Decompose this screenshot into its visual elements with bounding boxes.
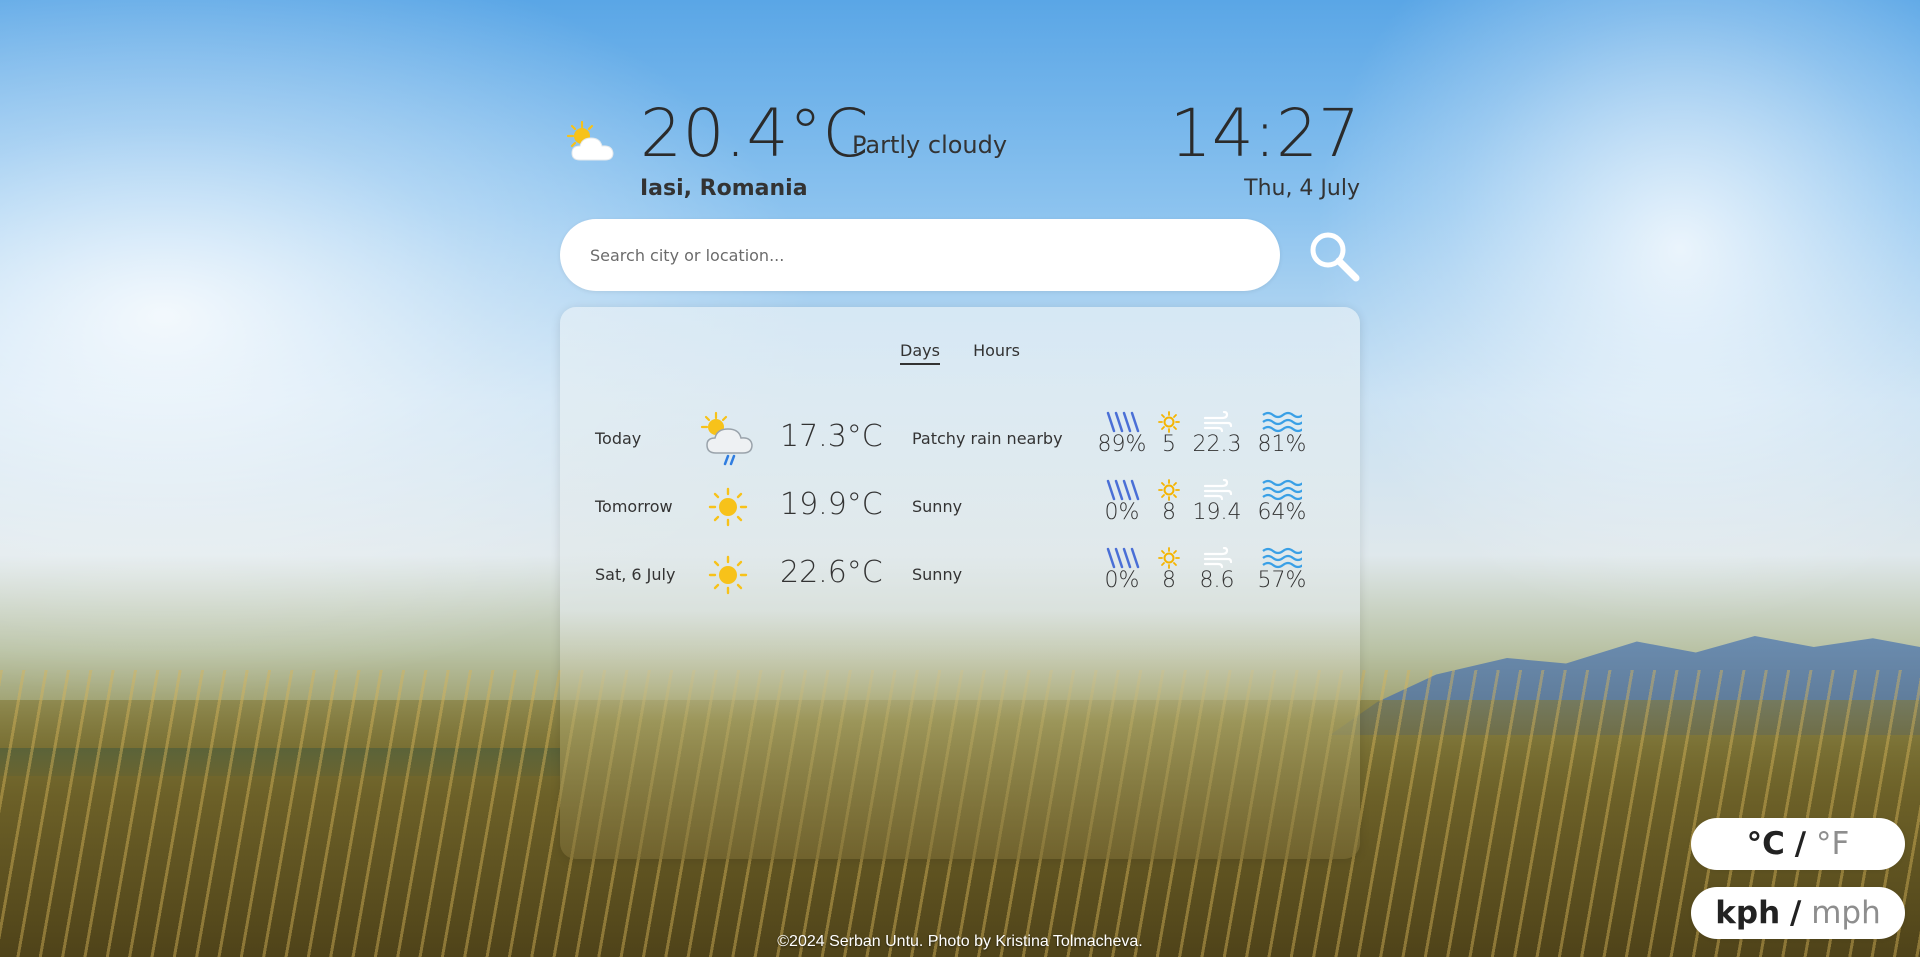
humidity-value: 81%: [1257, 432, 1307, 457]
humidity-value: 57%: [1257, 568, 1307, 593]
wind-value: 8.6: [1199, 568, 1235, 593]
current-condition: Partly cloudy: [852, 131, 1008, 159]
uv-sun-icon: [1158, 547, 1180, 569]
wind-value: 22.3: [1192, 432, 1242, 457]
clock-time: 14:27: [1169, 95, 1360, 172]
partly-cloudy-icon: [566, 120, 614, 161]
wind-icon: [1203, 479, 1232, 501]
search-icon[interactable]: [1306, 228, 1362, 284]
humidity-waves-icon: [1262, 479, 1302, 501]
sun-icon: [708, 487, 748, 527]
wind-stat: 8.6: [1185, 547, 1249, 593]
search-input[interactable]: [590, 239, 1250, 271]
forecast-row: Today 17.3°C Patchy rain nearby 89% 5 22…: [560, 407, 1360, 475]
forecast-temperature: 19.9°C: [780, 487, 883, 522]
humidity-stat: 64%: [1250, 479, 1314, 525]
forecast-day: Sat, 6 July: [595, 565, 676, 584]
humidity-waves-icon: [1262, 547, 1302, 569]
unit-kph[interactable]: kph: [1715, 895, 1780, 931]
unit-separator: /: [1790, 895, 1802, 931]
humidity-stat: 81%: [1250, 411, 1314, 457]
wind-icon: [1203, 411, 1232, 433]
forecast-temperature: 22.6°C: [780, 555, 883, 590]
current-temperature: 20.4°C: [640, 95, 870, 172]
forecast-day: Today: [595, 429, 642, 448]
wind-stat: 22.3: [1185, 411, 1249, 457]
forecast-row: Sat, 6 July 22.6°C Sunny 0% 8 8.6 57%: [560, 543, 1360, 611]
speed-unit-toggle[interactable]: kph / mph: [1691, 887, 1905, 939]
forecast-list: Today 17.3°C Patchy rain nearby 89% 5 22…: [560, 407, 1360, 611]
wind-stat: 19.4: [1185, 479, 1249, 525]
forecast-day: Tomorrow: [595, 497, 673, 516]
unit-mph[interactable]: mph: [1811, 895, 1881, 931]
temperature-unit-toggle[interactable]: °C / °F: [1691, 818, 1905, 870]
forecast-condition: Patchy rain nearby: [912, 429, 1063, 448]
current-location: Iasi, Romania: [640, 176, 808, 201]
rain-icon: [1106, 411, 1140, 433]
humidity-waves-icon: [1262, 411, 1302, 433]
forecast-row: Tomorrow 19.9°C Sunny 0% 8 19.4 64%: [560, 475, 1360, 543]
humidity-value: 64%: [1257, 500, 1307, 525]
footer-credit: ©2024 Serban Untu. Photo by Kristina Tol…: [777, 933, 1143, 950]
wind-icon: [1203, 547, 1232, 569]
unit-celsius[interactable]: °C: [1747, 826, 1785, 862]
rain-icon: [1106, 547, 1140, 569]
forecast-condition: Sunny: [912, 497, 963, 516]
forecast-tabs: Days Hours: [560, 341, 1360, 365]
clock-date: Thu, 4 July: [1244, 176, 1360, 201]
unit-fahrenheit[interactable]: °F: [1816, 826, 1849, 862]
tab-days[interactable]: Days: [900, 341, 940, 365]
patchy-rain-icon: [700, 411, 753, 466]
forecast-temperature: 17.3°C: [780, 419, 883, 454]
forecast-condition: Sunny: [912, 565, 963, 584]
sun-icon: [708, 555, 748, 595]
background-clouds: [1320, 0, 1920, 620]
uv-sun-icon: [1158, 411, 1180, 433]
tab-hours[interactable]: Hours: [973, 341, 1020, 363]
unit-separator: /: [1794, 826, 1807, 862]
forecast-panel: Days Hours Today 17.3°C Patchy rain near…: [560, 307, 1360, 859]
rain-icon: [1106, 479, 1140, 501]
uv-sun-icon: [1158, 479, 1180, 501]
humidity-stat: 57%: [1250, 547, 1314, 593]
search-bar: [560, 219, 1280, 291]
wind-value: 19.4: [1192, 500, 1242, 525]
